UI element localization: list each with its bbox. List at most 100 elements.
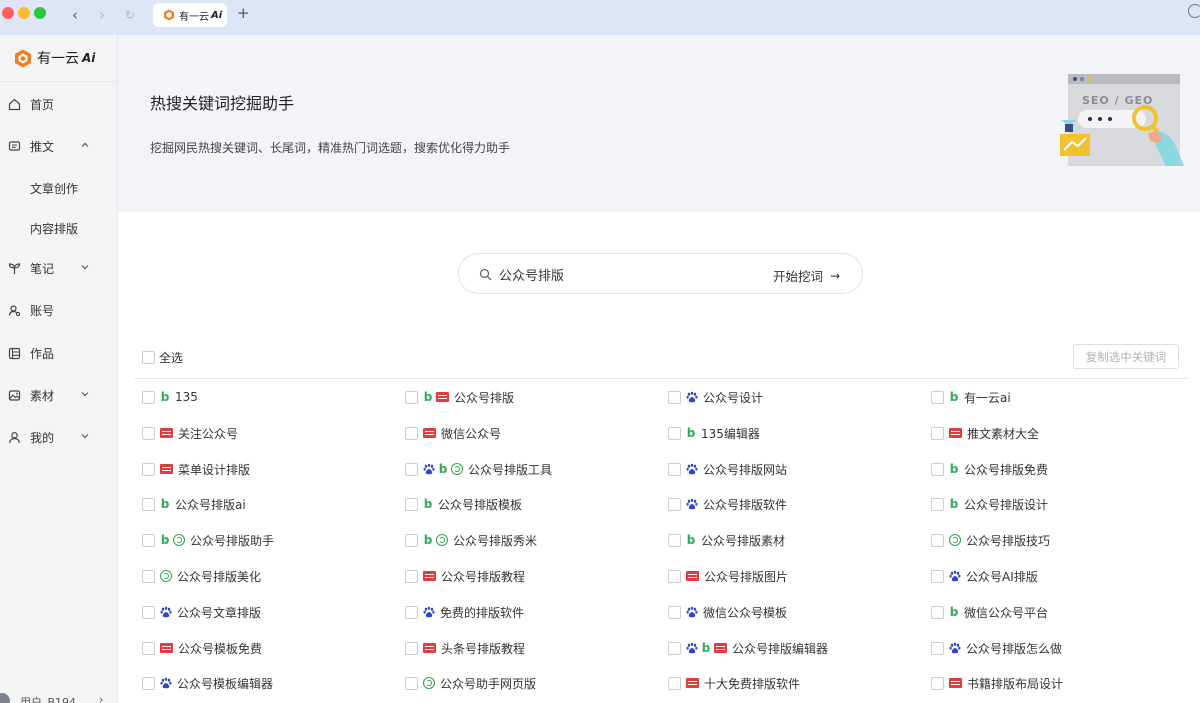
keyword-checkbox[interactable]	[668, 533, 681, 547]
sidebar-item-account[interactable]: 账号	[0, 296, 118, 324]
keyword-item[interactable]: b 公众号排版助手	[142, 531, 274, 549]
keyword-checkbox[interactable]	[142, 462, 155, 476]
keyword-checkbox[interactable]	[668, 569, 681, 583]
keyword-item[interactable]: 公众号排版软件	[668, 495, 787, 513]
keyword-checkbox[interactable]	[142, 676, 155, 690]
keyword-item[interactable]: b 公众号排版ai	[142, 495, 246, 513]
user-profile-row[interactable]: 用户_B194 ›	[0, 690, 118, 703]
keyword-item[interactable]: b 公众号排版编辑器	[668, 639, 828, 657]
keyword-item[interactable]: 推文素材大全	[931, 424, 1039, 442]
keyword-checkbox[interactable]	[668, 676, 681, 690]
reload-icon[interactable]: ↻	[120, 5, 140, 25]
keyword-item[interactable]: b 135	[142, 388, 198, 406]
sidebar-item-home[interactable]: 首页	[0, 90, 118, 118]
keyword-item[interactable]: b 有一云ai	[931, 388, 1011, 406]
keyword-item[interactable]: 公众号设计	[668, 388, 763, 406]
keyword-checkbox[interactable]	[668, 641, 681, 655]
keyword-checkbox[interactable]	[668, 426, 681, 440]
keyword-checkbox[interactable]	[931, 569, 944, 583]
keyword-checkbox[interactable]	[405, 390, 418, 404]
zoom-window-button[interactable]	[34, 7, 46, 19]
keyword-item[interactable]: b 公众号排版	[405, 388, 514, 406]
browser-menu-icon[interactable]	[1188, 4, 1200, 18]
sidebar-subitem-content-layout[interactable]: 内容排版	[30, 220, 78, 237]
keyword-item[interactable]: 微信公众号模板	[668, 603, 787, 621]
keyword-checkbox[interactable]	[142, 569, 155, 583]
keyword-item[interactable]: 菜单设计排版	[142, 460, 250, 478]
copy-selected-button[interactable]: 复制选中关键词	[1073, 344, 1179, 369]
minimize-window-button[interactable]	[18, 7, 30, 19]
bing-icon: b	[949, 462, 959, 476]
keyword-checkbox[interactable]	[668, 497, 681, 511]
keyword-checkbox[interactable]	[668, 462, 681, 476]
keyword-checkbox[interactable]	[668, 390, 681, 404]
keyword-checkbox[interactable]	[931, 390, 944, 404]
keyword-item[interactable]: 关注公众号	[142, 424, 238, 442]
keyword-checkbox[interactable]	[142, 390, 155, 404]
keyword-item[interactable]: 头条号排版教程	[405, 639, 525, 657]
keyword-item[interactable]: 公众号排版网站	[668, 460, 787, 478]
keyword-item[interactable]: b 公众号排版素材	[668, 531, 785, 549]
keyword-checkbox[interactable]	[142, 605, 155, 619]
forward-icon[interactable]: ›	[92, 5, 112, 25]
keyword-checkbox[interactable]	[931, 426, 944, 440]
keyword-checkbox[interactable]	[405, 462, 418, 476]
keyword-item[interactable]: 公众号文章排版	[142, 603, 261, 621]
keyword-checkbox[interactable]	[931, 533, 944, 547]
close-window-button[interactable]	[2, 7, 14, 19]
keyword-item[interactable]: 公众号排版美化	[142, 567, 261, 585]
keyword-checkbox[interactable]	[405, 497, 418, 511]
keyword-checkbox[interactable]	[405, 605, 418, 619]
sidebar-item-mine[interactable]: 我的	[0, 423, 118, 451]
sidebar-item-works[interactable]: 作品	[0, 339, 118, 367]
sidebar-item-article[interactable]: 推文	[0, 132, 118, 160]
keyword-item[interactable]: 公众号助手网页版	[405, 674, 536, 692]
keyword-item[interactable]: 公众号模板免费	[142, 639, 262, 657]
keyword-item[interactable]: b 公众号排版工具	[405, 460, 552, 478]
sidebar-item-material[interactable]: 素材	[0, 381, 118, 409]
sidebar-item-notes[interactable]: 笔记	[0, 254, 118, 282]
keyword-checkbox[interactable]	[142, 426, 155, 440]
keyword-item[interactable]: 十大免费排版软件	[668, 674, 800, 692]
keyword-checkbox[interactable]	[405, 569, 418, 583]
keyword-item[interactable]: 公众号排版图片	[668, 567, 788, 585]
keyword-item[interactable]: 书籍排版布局设计	[931, 674, 1063, 692]
keyword-checkbox[interactable]	[931, 676, 944, 690]
bing-icon: b	[160, 390, 170, 404]
keyword-item[interactable]: b 135编辑器	[668, 424, 760, 442]
keyword-checkbox[interactable]	[405, 533, 418, 547]
search-input[interactable]	[499, 263, 749, 285]
keyword-item[interactable]: b 公众号排版模板	[405, 495, 522, 513]
select-all-checkbox[interactable]	[142, 351, 155, 364]
select-all[interactable]: 全选	[142, 349, 183, 366]
keyword-checkbox[interactable]	[405, 676, 418, 690]
baidu-icon	[686, 391, 698, 403]
keyword-checkbox[interactable]	[931, 641, 944, 655]
keyword-checkbox[interactable]	[142, 641, 155, 655]
keyword-item[interactable]: b 公众号排版设计	[931, 495, 1048, 513]
keyword-item[interactable]: 公众号排版教程	[405, 567, 525, 585]
keyword-checkbox[interactable]	[931, 497, 944, 511]
sidebar-subitem-article-create[interactable]: 文章创作	[30, 180, 78, 197]
keyword-checkbox[interactable]	[931, 605, 944, 619]
back-icon[interactable]: ‹	[65, 5, 85, 25]
keyword-checkbox[interactable]	[142, 497, 155, 511]
keyword-item[interactable]: 公众号模板编辑器	[142, 674, 273, 692]
keyword-item[interactable]: b 微信公众号平台	[931, 603, 1048, 621]
keyword-item[interactable]: b 公众号排版免费	[931, 460, 1048, 478]
keyword-checkbox[interactable]	[668, 605, 681, 619]
keyword-item[interactable]: b 公众号排版秀米	[405, 531, 537, 549]
keyword-item[interactable]: 公众号AI排版	[931, 567, 1038, 585]
keyword-checkbox[interactable]	[405, 426, 418, 440]
keyword-item[interactable]: 公众号排版技巧	[931, 531, 1050, 549]
keyword-item[interactable]: 微信公众号	[405, 424, 501, 442]
keyword-checkbox[interactable]	[931, 462, 944, 476]
keyword-item[interactable]: 公众号排版怎么做	[931, 639, 1062, 657]
keyword-checkbox[interactable]	[405, 641, 418, 655]
browser-tab[interactable]: 有一云 Ai	[153, 3, 227, 27]
keyword-item[interactable]: 免费的排版软件	[405, 603, 524, 621]
new-tab-button[interactable]: +	[237, 4, 250, 22]
app-logo[interactable]: 有一云 Ai	[14, 48, 95, 68]
keyword-checkbox[interactable]	[142, 533, 155, 547]
start-mining-button[interactable]: 开始挖词 →	[773, 266, 840, 285]
